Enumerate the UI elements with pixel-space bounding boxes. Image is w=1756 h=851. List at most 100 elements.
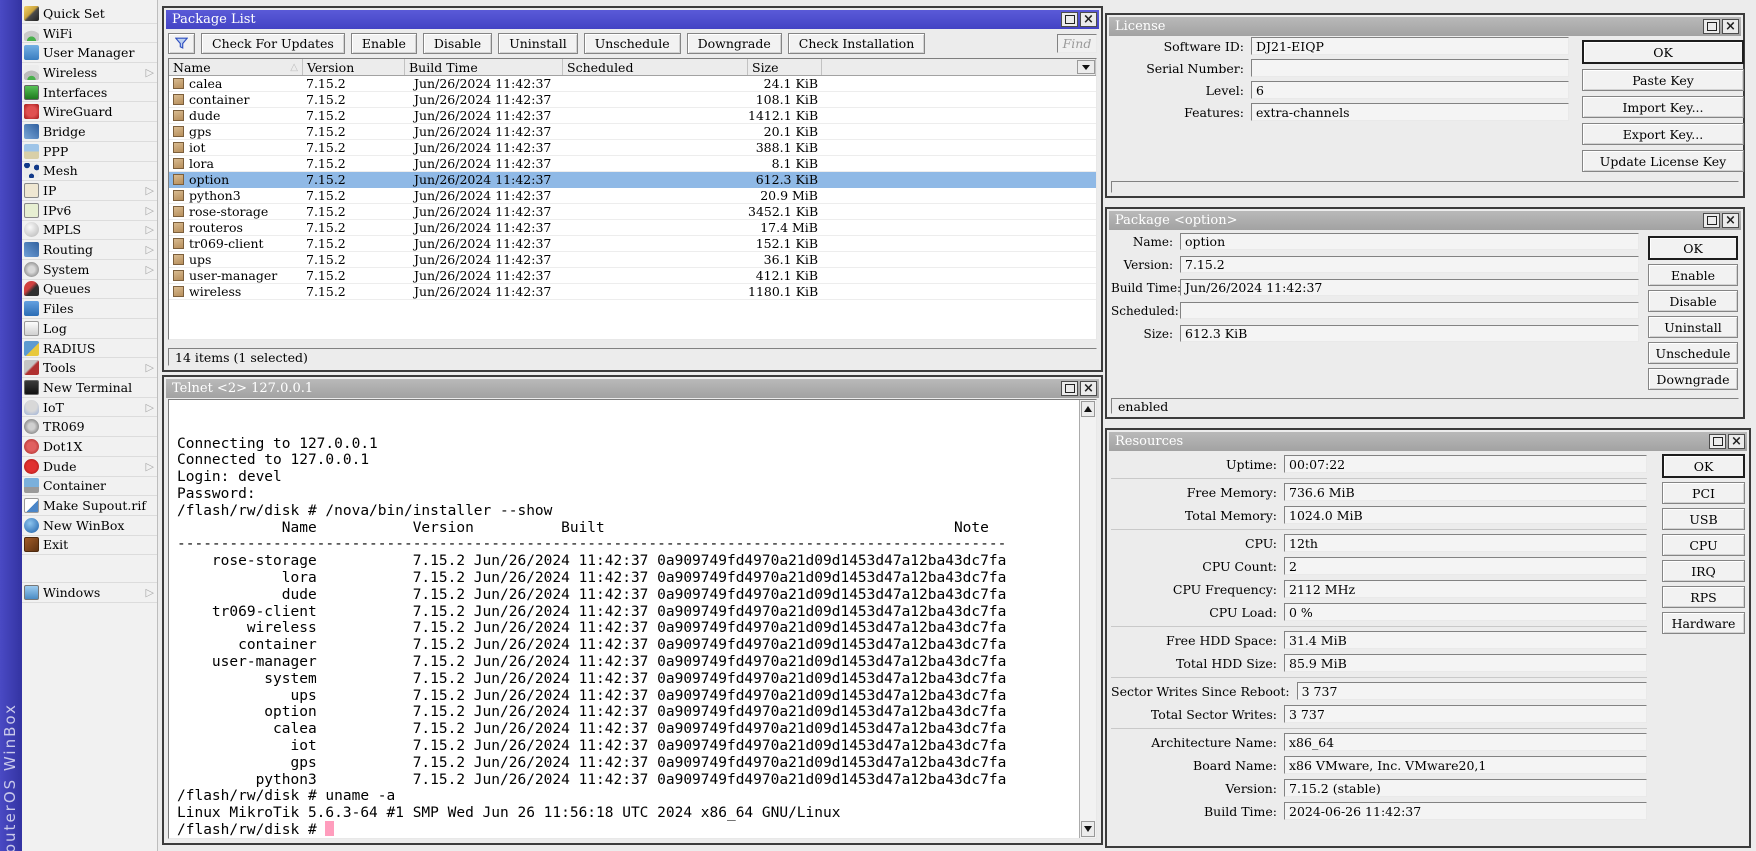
sidebar-item-log[interactable]: Log bbox=[22, 319, 157, 339]
sidebar-item-container[interactable]: Container bbox=[22, 477, 157, 497]
table-row-calea[interactable]: calea7.15.2Jun/26/2024 11:42:3724.1 KiB bbox=[169, 76, 1096, 92]
enable-button[interactable]: Enable bbox=[351, 33, 417, 54]
check-installation-button[interactable]: Check Installation bbox=[788, 33, 926, 54]
build-time-field[interactable]: Jun/26/2024 11:42:37 bbox=[1180, 279, 1639, 296]
ok-button[interactable]: OK bbox=[1582, 40, 1744, 64]
total-sector-writes-field[interactable]: 3 737 bbox=[1284, 705, 1647, 723]
sidebar-item-ppp[interactable]: PPP bbox=[22, 142, 157, 162]
sidebar-item-ip[interactable]: IP▷ bbox=[22, 181, 157, 201]
scroll-down-button[interactable] bbox=[1081, 821, 1095, 837]
table-row-gps[interactable]: gps7.15.2Jun/26/2024 11:42:3720.1 KiB bbox=[169, 124, 1096, 140]
disable-button[interactable]: Disable bbox=[423, 33, 492, 54]
name-field[interactable]: option bbox=[1180, 233, 1639, 250]
sidebar-item-wireless[interactable]: Wireless▷ bbox=[22, 63, 157, 83]
license-titlebar[interactable]: License × bbox=[1109, 17, 1741, 36]
enable-button[interactable]: Enable bbox=[1648, 264, 1738, 286]
sidebar-item-mesh[interactable]: Mesh bbox=[22, 162, 157, 182]
sidebar-item-iot[interactable]: IoT▷ bbox=[22, 398, 157, 418]
unschedule-button[interactable]: Unschedule bbox=[584, 33, 681, 54]
version-field[interactable]: 7.15.2 bbox=[1180, 256, 1639, 273]
board-name-field[interactable]: x86 VMware, Inc. VMware20,1 bbox=[1284, 756, 1647, 774]
sidebar-item-mpls[interactable]: MPLS▷ bbox=[22, 221, 157, 241]
update-license-key-button[interactable]: Update License Key bbox=[1582, 150, 1744, 172]
ok-button[interactable]: OK bbox=[1648, 236, 1738, 260]
cpu-frequency-field[interactable]: 2112 MHz bbox=[1284, 580, 1647, 598]
sidebar-item-wireguard[interactable]: WireGuard bbox=[22, 102, 157, 122]
table-row-ups[interactable]: ups7.15.2Jun/26/2024 11:42:3736.1 KiB bbox=[169, 252, 1096, 268]
filter-button[interactable] bbox=[168, 33, 195, 54]
check-for-updates-button[interactable]: Check For Updates bbox=[201, 33, 345, 54]
sidebar-item-files[interactable]: Files bbox=[22, 299, 157, 319]
table-row-lora[interactable]: lora7.15.2Jun/26/2024 11:42:378.1 KiB bbox=[169, 156, 1096, 172]
cpu-count-field[interactable]: 2 bbox=[1284, 557, 1647, 575]
sidebar-item-queues[interactable]: Queues bbox=[22, 280, 157, 300]
column-header-build-time[interactable]: Build Time bbox=[405, 59, 563, 75]
size-field[interactable]: 612.3 KiB bbox=[1180, 325, 1639, 342]
sidebar-item-routing[interactable]: Routing▷ bbox=[22, 240, 157, 260]
architecture-name-field[interactable]: x86_64 bbox=[1284, 733, 1647, 751]
downgrade-button[interactable]: Downgrade bbox=[687, 33, 782, 54]
sidebar-item-quick-set[interactable]: Quick Set bbox=[22, 4, 157, 24]
usb-button[interactable]: USB bbox=[1662, 508, 1745, 530]
total-memory-field[interactable]: 1024.0 MiB bbox=[1284, 506, 1647, 524]
close-button[interactable]: × bbox=[1728, 434, 1745, 449]
column-header-size[interactable]: Size bbox=[748, 59, 822, 75]
table-row-option[interactable]: option7.15.2Jun/26/2024 11:42:37612.3 Ki… bbox=[169, 172, 1096, 188]
table-row-rose-storage[interactable]: rose-storage7.15.2Jun/26/2024 11:42:3734… bbox=[169, 204, 1096, 220]
level-field[interactable]: 6 bbox=[1251, 81, 1569, 99]
sidebar-item-tools[interactable]: Tools▷ bbox=[22, 358, 157, 378]
package-option-titlebar[interactable]: Package <option> × bbox=[1109, 211, 1741, 230]
sidebar-item-windows[interactable]: Windows▷ bbox=[22, 583, 157, 603]
sidebar-item-make-supout-rif[interactable]: Make Supout.rif bbox=[22, 496, 157, 516]
sidebar-item-new-terminal[interactable]: New Terminal bbox=[22, 378, 157, 398]
column-header-version[interactable]: Version bbox=[303, 59, 405, 75]
sidebar-item-new-winbox[interactable]: New WinBox bbox=[22, 516, 157, 536]
software-id-field[interactable]: DJ21-EIQP bbox=[1251, 37, 1569, 55]
maximize-button[interactable] bbox=[1061, 381, 1078, 396]
find-input[interactable]: Find bbox=[1057, 34, 1097, 53]
version-field[interactable]: 7.15.2 (stable) bbox=[1284, 779, 1647, 797]
pci-button[interactable]: PCI bbox=[1662, 482, 1745, 504]
table-row-dude[interactable]: dude7.15.2Jun/26/2024 11:42:371412.1 KiB bbox=[169, 108, 1096, 124]
table-row-iot[interactable]: iot7.15.2Jun/26/2024 11:42:37388.1 KiB bbox=[169, 140, 1096, 156]
import-key-button[interactable]: Import Key... bbox=[1582, 96, 1744, 118]
irq-button[interactable]: IRQ bbox=[1662, 560, 1745, 582]
sidebar-item-dude[interactable]: Dude▷ bbox=[22, 457, 157, 477]
ok-button[interactable]: OK bbox=[1662, 454, 1745, 478]
maximize-button[interactable] bbox=[1061, 12, 1078, 27]
table-row-python3[interactable]: python37.15.2Jun/26/2024 11:42:3720.9 Mi… bbox=[169, 188, 1096, 204]
maximize-button[interactable] bbox=[1709, 434, 1726, 449]
sidebar-item-dot1x[interactable]: Dot1X bbox=[22, 437, 157, 457]
sidebar-item-user-manager[interactable]: User Manager bbox=[22, 43, 157, 63]
close-button[interactable]: × bbox=[1722, 213, 1739, 228]
column-select-button[interactable] bbox=[1077, 60, 1095, 74]
sidebar-item-exit[interactable]: Exit bbox=[22, 536, 157, 556]
hardware-button[interactable]: Hardware bbox=[1662, 612, 1745, 634]
cpu-button[interactable]: CPU bbox=[1662, 534, 1745, 556]
paste-key-button[interactable]: Paste Key bbox=[1582, 69, 1744, 91]
uptime-field[interactable]: 00:07:22 bbox=[1284, 455, 1647, 473]
cpu-field[interactable]: 12th bbox=[1284, 534, 1647, 552]
uninstall-button[interactable]: Uninstall bbox=[498, 33, 578, 54]
close-button[interactable]: × bbox=[1722, 19, 1739, 34]
uninstall-button[interactable]: Uninstall bbox=[1648, 316, 1738, 338]
free-memory-field[interactable]: 736.6 MiB bbox=[1284, 483, 1647, 501]
table-row-user-manager[interactable]: user-manager7.15.2Jun/26/2024 11:42:3741… bbox=[169, 268, 1096, 284]
terminal-output[interactable]: Connecting to 127.0.0.1 Connected to 127… bbox=[169, 400, 1096, 839]
build-time-field[interactable]: 2024-06-26 11:42:37 bbox=[1284, 802, 1647, 820]
maximize-button[interactable] bbox=[1703, 19, 1720, 34]
table-row-container[interactable]: container7.15.2Jun/26/2024 11:42:37108.1… bbox=[169, 92, 1096, 108]
terminal-scrollbar[interactable] bbox=[1079, 400, 1096, 838]
sidebar-item-tr069[interactable]: TR069 bbox=[22, 417, 157, 437]
scroll-up-button[interactable] bbox=[1081, 401, 1095, 417]
package-list-titlebar[interactable]: Package List × bbox=[166, 10, 1099, 29]
table-row-tr069-client[interactable]: tr069-client7.15.2Jun/26/2024 11:42:3715… bbox=[169, 236, 1096, 252]
table-row-routeros[interactable]: routeros7.15.2Jun/26/2024 11:42:3717.4 M… bbox=[169, 220, 1096, 236]
maximize-button[interactable] bbox=[1703, 213, 1720, 228]
total-hdd-size-field[interactable]: 85.9 MiB bbox=[1284, 654, 1647, 672]
downgrade-button[interactable]: Downgrade bbox=[1648, 368, 1738, 390]
free-hdd-space-field[interactable]: 31.4 MiB bbox=[1284, 631, 1647, 649]
sidebar-item-interfaces[interactable]: Interfaces bbox=[22, 83, 157, 103]
close-button[interactable]: × bbox=[1080, 12, 1097, 27]
close-button[interactable]: × bbox=[1080, 381, 1097, 396]
